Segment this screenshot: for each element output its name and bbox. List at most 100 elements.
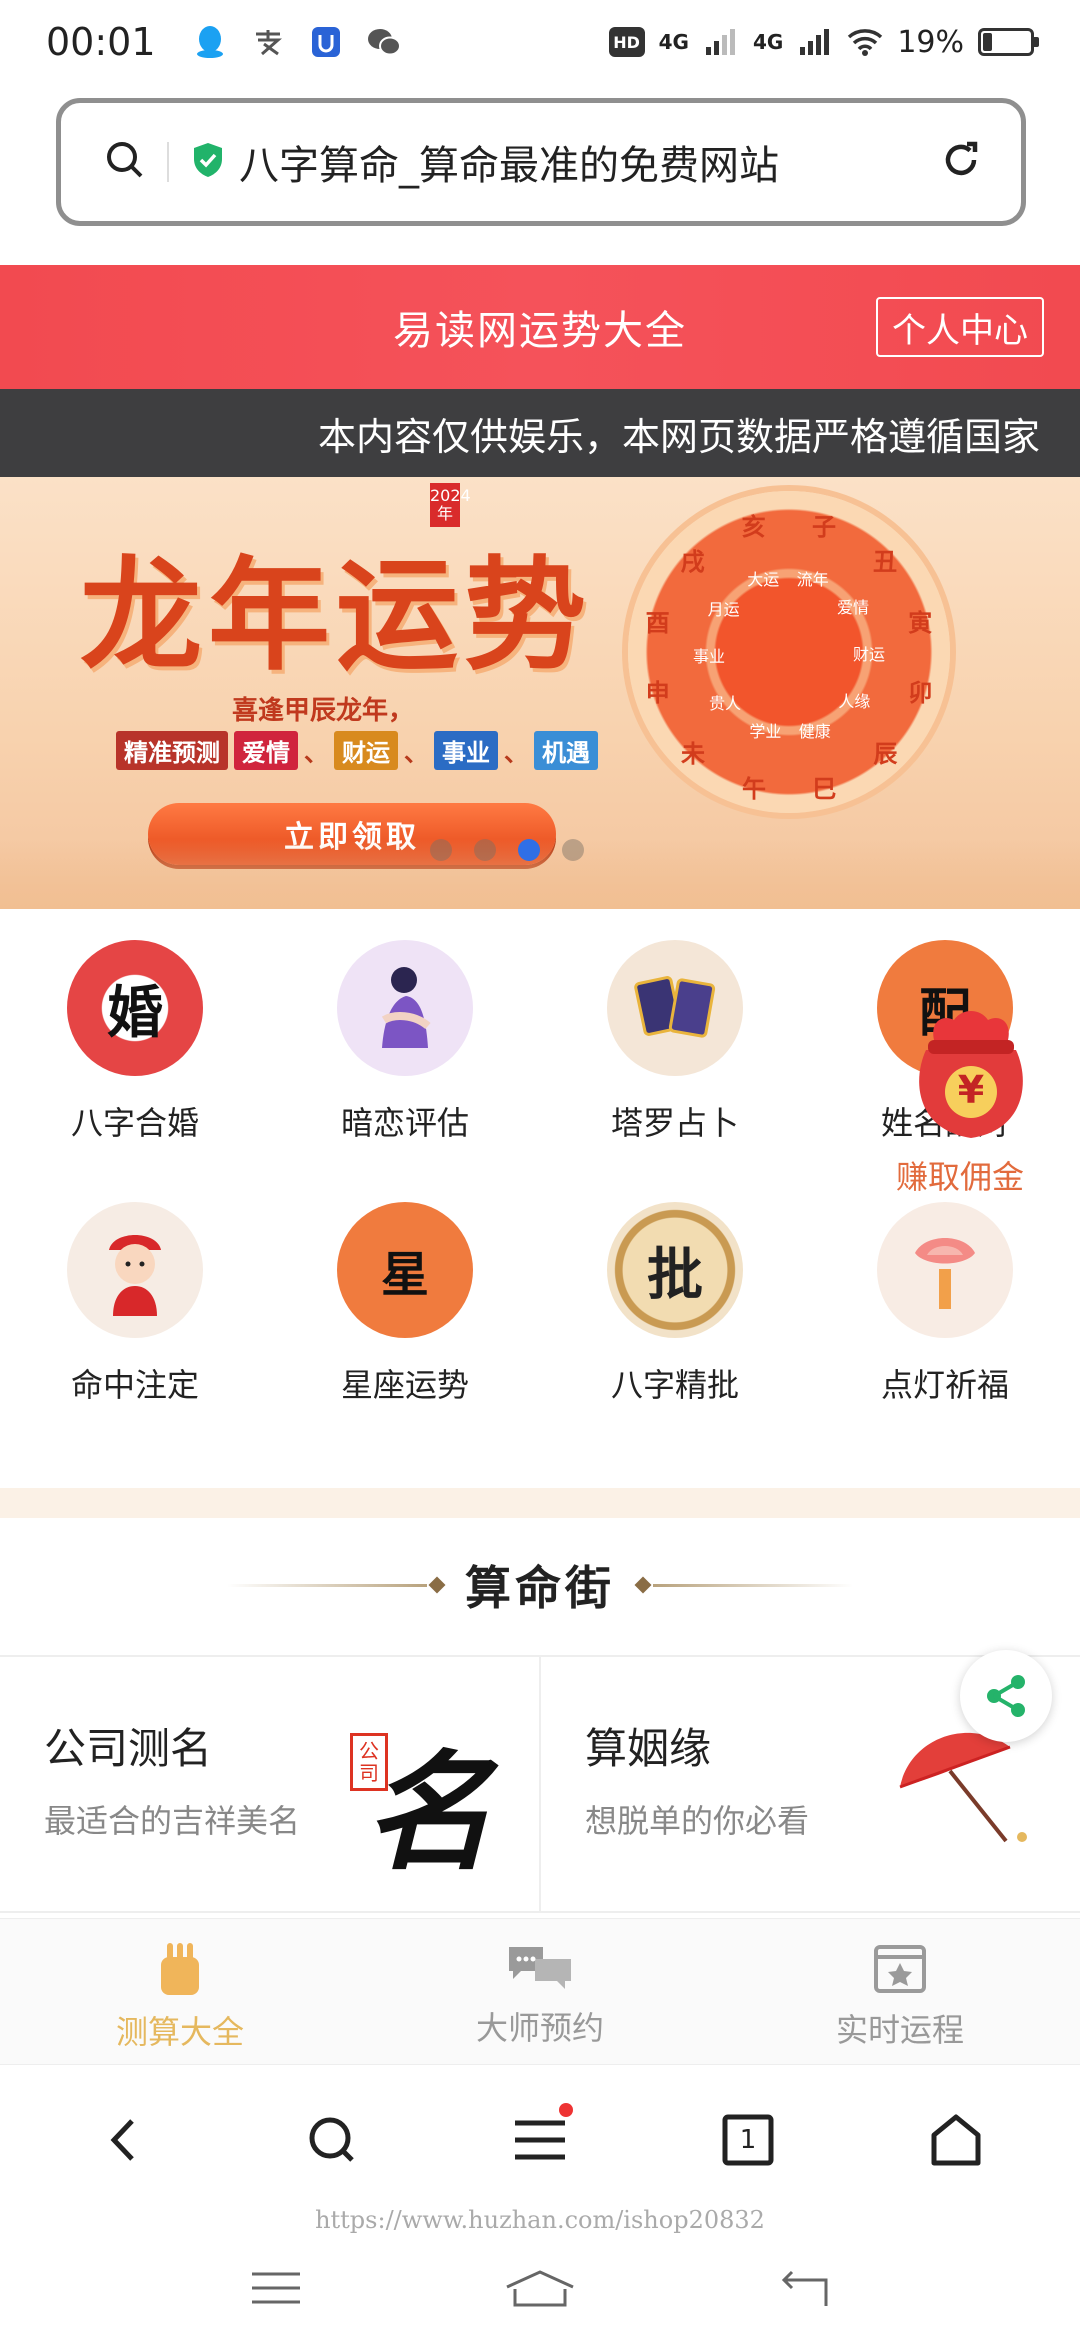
- wheel-branch-label: 寅: [908, 608, 933, 637]
- system-home-icon[interactable]: [503, 2269, 577, 2311]
- wheel-aspect-label: 财运: [852, 644, 885, 664]
- notice-marquee: 本内容仅供娱乐，本网页数据严格遵循国家: [0, 389, 1080, 477]
- home-icon: [931, 2114, 981, 2165]
- url-separator: [167, 142, 169, 182]
- title-line-right: [653, 1583, 853, 1587]
- wheel-aspect-label: 健康: [798, 721, 831, 741]
- promo-banner[interactable]: 龙年运势 2024年 喜逢甲辰龙年， 精准预测 爱情 、 财运 、 事业 、 机…: [0, 477, 1080, 909]
- banner-tag: 爱情: [234, 731, 298, 770]
- share-button[interactable]: [960, 1650, 1052, 1742]
- wechat-icon: [366, 24, 402, 60]
- wheel-aspect-label: 月运: [707, 599, 740, 619]
- battery-fill: [983, 33, 993, 51]
- chat-bubbles-icon: [509, 1947, 571, 1989]
- battery-percent: 19%: [897, 24, 964, 60]
- status-left: 00:01: [46, 20, 402, 64]
- service-item-tarot[interactable]: 塔罗占卜: [540, 940, 810, 1144]
- reload-icon[interactable]: [941, 140, 981, 184]
- wheel-aspect-label: 流年: [796, 569, 829, 589]
- tab-label: 实时运程: [835, 2011, 964, 2049]
- alipay-icon: [250, 24, 286, 60]
- service-item-marriage[interactable]: 婚 八字合婚: [0, 940, 270, 1144]
- signal-bars-icon-1: [703, 24, 739, 60]
- tab-all-calculations[interactable]: 测算大全: [0, 1919, 360, 2064]
- app-title: 易读网运势大全: [393, 308, 687, 354]
- carousel-dots: [430, 839, 584, 861]
- wifi-icon: [847, 24, 883, 60]
- share-icon: [987, 1675, 1025, 1717]
- wheel-branch-label: 酉: [645, 609, 670, 638]
- notice-text: 本内容仅供娱乐，本网页数据严格遵循国家: [318, 414, 1041, 459]
- service-label: 塔罗占卜: [610, 1104, 739, 1142]
- search-icon: [309, 2117, 354, 2162]
- chevron-left-icon: [110, 2118, 134, 2161]
- carousel-dot[interactable]: [430, 839, 452, 861]
- tarot-icon: [607, 940, 743, 1076]
- destiny-icon: [67, 1202, 203, 1338]
- menu-icon: [515, 2120, 565, 2159]
- system-back-icon[interactable]: [778, 2268, 830, 2312]
- service-item-lantern[interactable]: 点灯祈福: [810, 1202, 1080, 1406]
- banner-tag: 财运: [334, 731, 398, 770]
- earn-commission-label[interactable]: 赚取佣金: [896, 1152, 1024, 1198]
- tab-live-fortune[interactable]: 实时运程: [720, 1919, 1080, 2064]
- section-header: 算命街: [0, 1540, 1080, 1630]
- wheel-aspect-label: 爱情: [837, 598, 870, 618]
- url-bar[interactable]: 八字算命_算命最准的免费网站: [56, 98, 1026, 226]
- service-item-horoscope[interactable]: 星 星座运势: [270, 1202, 540, 1406]
- red-packet-icon[interactable]: ¥: [906, 1000, 1036, 1160]
- service-item-bazi-analysis[interactable]: 批 八字精批: [540, 1202, 810, 1406]
- title-line-left: [227, 1583, 427, 1587]
- carousel-dot[interactable]: [562, 839, 584, 861]
- lantern-icon: [877, 1202, 1013, 1338]
- wheel-branch-label: 亥: [741, 512, 766, 541]
- tab-count: 1: [739, 2124, 757, 2155]
- carousel-dot[interactable]: [474, 839, 496, 861]
- tab-master-booking[interactable]: 大师预约: [360, 1919, 720, 2064]
- title-diamond-left: [428, 1576, 446, 1594]
- secure-shield-icon: [191, 141, 225, 183]
- wheel-aspect-label: 人缘: [838, 692, 871, 712]
- home-button[interactable]: [911, 2095, 1001, 2185]
- status-bar: 00:01 HD 4G 4G 19%: [0, 0, 1080, 84]
- red-packet-symbol: ¥: [957, 1068, 985, 1112]
- wheel-branch-label: 子: [811, 512, 836, 541]
- browser-search-button[interactable]: [287, 2095, 377, 2185]
- wheel-branch-label: 午: [742, 775, 767, 804]
- menu-button[interactable]: [495, 2095, 585, 2185]
- service-label: 星座运势: [340, 1366, 469, 1404]
- page-title-in-url[interactable]: 八字算命_算命最准的免费网站: [239, 133, 925, 191]
- banner-year-badge: 2024年: [430, 483, 471, 527]
- banner-tags: 精准预测 爱情 、 财运 、 事业 、 机遇: [116, 731, 598, 770]
- calligraphy-art: 名: [364, 1738, 493, 1888]
- bazi-analysis-icon: 批: [607, 1202, 743, 1338]
- browser-toolbar: 1: [0, 2064, 1080, 2214]
- banner-tag: 机遇: [534, 731, 598, 770]
- status-right: HD 4G 4G 19%: [608, 24, 1039, 60]
- back-button[interactable]: [79, 2095, 169, 2185]
- tag-separator: 、: [304, 738, 328, 767]
- tag-separator: 、: [504, 738, 528, 767]
- watermark: https://www.huzhan.com/ishop20832: [315, 2206, 765, 2234]
- wheel-branch-label: 戌: [680, 548, 705, 576]
- fortune-bag-icon: [161, 1943, 199, 1995]
- wheel-branch-label: 未: [681, 740, 705, 769]
- service-item-crush[interactable]: 暗恋评估: [270, 940, 540, 1144]
- wheel-branch-label: 丑: [872, 547, 897, 576]
- card-company-name[interactable]: 公司测名 最适合的吉祥美名 公司 名: [0, 1657, 539, 1911]
- wheel-aspect-label: 贵人: [708, 693, 741, 713]
- wheel-aspect-label: 事业: [693, 647, 726, 667]
- service-item-destiny[interactable]: 命中注定: [0, 1202, 270, 1406]
- recent-apps-icon[interactable]: [250, 2271, 302, 2309]
- service-label: 八字合婚: [70, 1104, 199, 1142]
- calendar-star-icon: [874, 1945, 926, 1993]
- search-icon[interactable]: [105, 140, 145, 184]
- banner-title: 龙年运势: [80, 543, 592, 687]
- carousel-dot[interactable]: [518, 839, 540, 861]
- personal-center-button[interactable]: 个人中心: [876, 297, 1044, 357]
- signal-2-label: 4G: [752, 30, 784, 54]
- app-header: 易读网运势大全 个人中心: [0, 265, 1080, 389]
- wheel-aspect-label: 学业: [749, 722, 782, 742]
- tabs-button[interactable]: 1: [703, 2095, 793, 2185]
- battery-icon: [978, 28, 1039, 56]
